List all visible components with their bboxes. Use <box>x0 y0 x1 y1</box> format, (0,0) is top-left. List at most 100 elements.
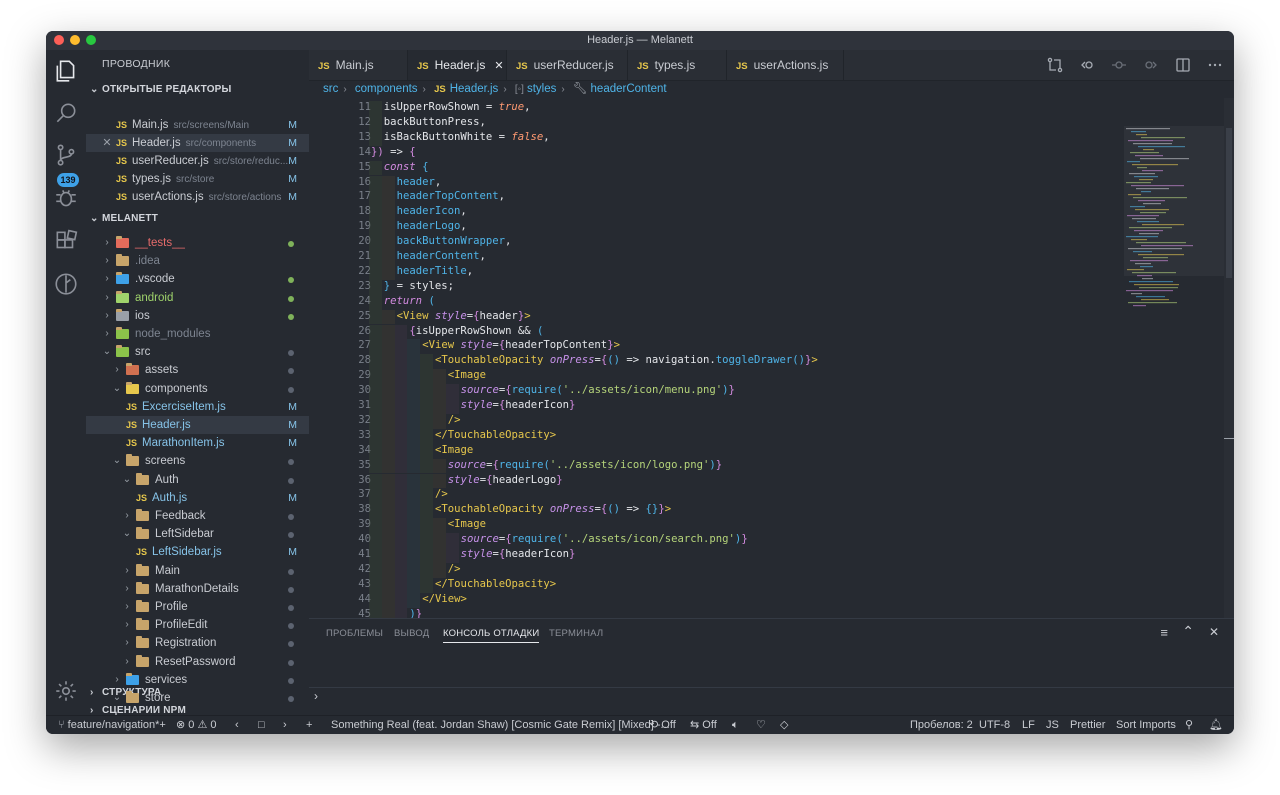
tree-file[interactable]: JS LeftSidebar.js M <box>86 543 309 561</box>
tree-folder[interactable]: ⌄ screens <box>86 452 309 470</box>
code-line[interactable]: headerLogo, <box>397 220 467 232</box>
code-line[interactable]: headerTopContent, <box>397 190 505 202</box>
code-line[interactable]: headerTitle, <box>397 265 474 277</box>
code-line[interactable]: {isUpperRowShown && ( <box>409 325 543 337</box>
tree-folder[interactable]: › Profile <box>86 598 309 616</box>
compare-changes-icon[interactable] <box>1046 56 1064 74</box>
clear-console-icon[interactable]: ≡ <box>1160 625 1168 640</box>
code-line[interactable]: const { <box>384 161 429 173</box>
tree-file[interactable]: JS Header.js M <box>86 416 309 434</box>
code-line[interactable]: </TouchableOpacity> <box>435 429 556 441</box>
open-editor-item[interactable]: JS userActions.js src/store/actions M <box>86 188 309 206</box>
indentation-status[interactable]: Пробелов: 2 <box>910 716 973 734</box>
stop-icon[interactable]: □ <box>258 716 265 734</box>
go-forward-icon[interactable] <box>1142 56 1160 74</box>
tab-output[interactable]: ВЫВОД <box>394 628 429 639</box>
repeat-toggle[interactable]: ⟲ Off <box>649 716 676 734</box>
open-editor-item[interactable]: JS userReducer.js src/store/reduc... M <box>86 152 309 170</box>
tab-problems[interactable]: ПРОБЛЕМЫ <box>326 628 383 639</box>
breadcrumb-components[interactable]: components <box>355 83 418 95</box>
code-line[interactable]: } = styles; <box>384 280 454 292</box>
feedback-icon[interactable]: ◇ <box>780 716 788 734</box>
add-icon[interactable]: + <box>306 716 312 734</box>
problems-indicator[interactable]: ⊗ 0 ⚠ 0 <box>176 716 217 734</box>
code-line[interactable]: <Image <box>435 444 473 456</box>
tree-folder[interactable]: › Main <box>86 562 309 580</box>
code-line[interactable]: backButtonWrapper, <box>397 235 512 247</box>
tree-folder[interactable]: › services <box>86 671 309 689</box>
code-line[interactable]: <TouchableOpacity onPress={() => {}}> <box>435 503 671 515</box>
volume-icon[interactable]: 🔈︎ <box>732 716 739 734</box>
close-window-button[interactable] <box>54 35 64 45</box>
tree-folder[interactable]: ⌄ src <box>86 343 309 361</box>
tree-folder[interactable]: ⌄ store <box>86 689 309 707</box>
git-branch[interactable]: ⑂ feature/navigation*+ <box>58 716 166 734</box>
like-icon[interactable]: ♡ <box>756 716 766 734</box>
maximize-window-button[interactable] <box>86 35 96 45</box>
code-line[interactable]: source={require('../assets/icon/search.p… <box>461 533 748 545</box>
project-header[interactable]: ⌄ MELANETT <box>90 213 158 224</box>
code-line[interactable]: isUpperRowShown = true, <box>384 101 531 113</box>
tree-folder[interactable]: › android <box>86 289 309 307</box>
scrollbar-thumb[interactable] <box>1226 128 1232 278</box>
explorer-icon[interactable] <box>53 58 79 84</box>
tree-file[interactable]: JS Auth.js M <box>86 489 309 507</box>
tree-folder[interactable]: › node_modules <box>86 325 309 343</box>
code-line[interactable]: isBackButtonWhite = false, <box>384 131 550 143</box>
code-line[interactable]: style={headerLogo} <box>448 474 563 486</box>
code-line[interactable]: backButtonPress, <box>384 116 486 128</box>
encoding-status[interactable]: UTF-8 <box>979 716 1010 734</box>
notifications-bell-icon[interactable]: 🔔︎ <box>1209 716 1223 734</box>
code-line[interactable]: headerIcon, <box>397 205 467 217</box>
split-editor-icon[interactable] <box>1174 56 1192 74</box>
tree-folder[interactable]: › ProfileEdit <box>86 616 309 634</box>
now-playing-track[interactable]: Something Real (feat. Jordan Shaw) [Cosm… <box>331 716 670 734</box>
extensions-icon[interactable] <box>53 228 79 254</box>
tab-main-js[interactable]: JS Main.js <box>309 50 408 80</box>
tree-folder[interactable]: › MarathonDetails <box>86 580 309 598</box>
breadcrumb-styles[interactable]: styles <box>527 83 556 95</box>
code-line[interactable]: )} <box>409 608 422 618</box>
tree-folder[interactable]: › Registration <box>86 634 309 652</box>
close-tab-icon[interactable]: ✕ <box>494 60 503 72</box>
tree-folder[interactable]: › ResetPassword <box>86 653 309 671</box>
code-line[interactable]: /> <box>448 563 461 575</box>
code-line[interactable]: <View style={header}> <box>397 310 531 322</box>
next-track-icon[interactable]: › <box>283 716 287 734</box>
code-line[interactable]: /> <box>435 488 448 500</box>
language-status[interactable]: JS <box>1046 716 1059 734</box>
tab-types-js[interactable]: JS types.js <box>628 50 727 80</box>
shuffle-toggle[interactable]: ⇆ Off <box>690 716 717 734</box>
code-line[interactable]: /> <box>448 414 461 426</box>
open-editor-item[interactable]: ✕ JS Header.js src/components M <box>86 134 309 152</box>
settings-gear-icon[interactable] <box>53 678 79 704</box>
open-editor-item[interactable]: JS types.js src/store M <box>86 170 309 188</box>
tree-folder[interactable]: › ios <box>86 307 309 325</box>
previous-track-icon[interactable]: ‹ <box>235 716 239 734</box>
search-icon[interactable] <box>53 100 79 126</box>
tree-file[interactable]: JS MarathonItem.js M <box>86 434 309 452</box>
debug-icon[interactable] <box>53 185 79 211</box>
gitlens-icon[interactable] <box>53 271 79 297</box>
tab-terminal[interactable]: ТЕРМИНАЛ <box>549 628 603 639</box>
breadcrumb-symbol[interactable]: headerContent <box>591 83 667 95</box>
close-panel-icon[interactable]: ✕ <box>1209 625 1219 639</box>
code-line[interactable]: headerContent, <box>397 250 486 262</box>
code-line[interactable]: return ( <box>384 295 435 307</box>
code-editor[interactable]: 11 isUpperRowShown = true, 12 backButtonPre… <box>309 98 1124 618</box>
tree-folder[interactable]: › assets <box>86 361 309 379</box>
code-line[interactable]: <Image <box>448 518 486 530</box>
code-line[interactable]: <View style={headerTopContent}> <box>422 339 620 351</box>
tree-folder[interactable]: ⌄ components <box>86 380 309 398</box>
tab-header-js[interactable]: JS Header.js ✕ <box>408 50 507 80</box>
code-line[interactable]: source={require('../assets/icon/logo.png… <box>448 459 722 471</box>
maximize-panel-icon[interactable]: ⌃ <box>1182 623 1194 640</box>
code-line[interactable]: source={require('../assets/icon/menu.png… <box>461 384 735 396</box>
tree-folder[interactable]: ⌄ LeftSidebar <box>86 525 309 543</box>
close-icon[interactable]: ✕ <box>102 134 112 152</box>
tree-folder[interactable]: › Feedback <box>86 507 309 525</box>
minimize-window-button[interactable] <box>70 35 80 45</box>
tree-folder[interactable]: › .idea <box>86 252 309 270</box>
prettier-status[interactable]: Prettier <box>1070 716 1105 734</box>
code-line[interactable]: </TouchableOpacity> <box>435 578 556 590</box>
